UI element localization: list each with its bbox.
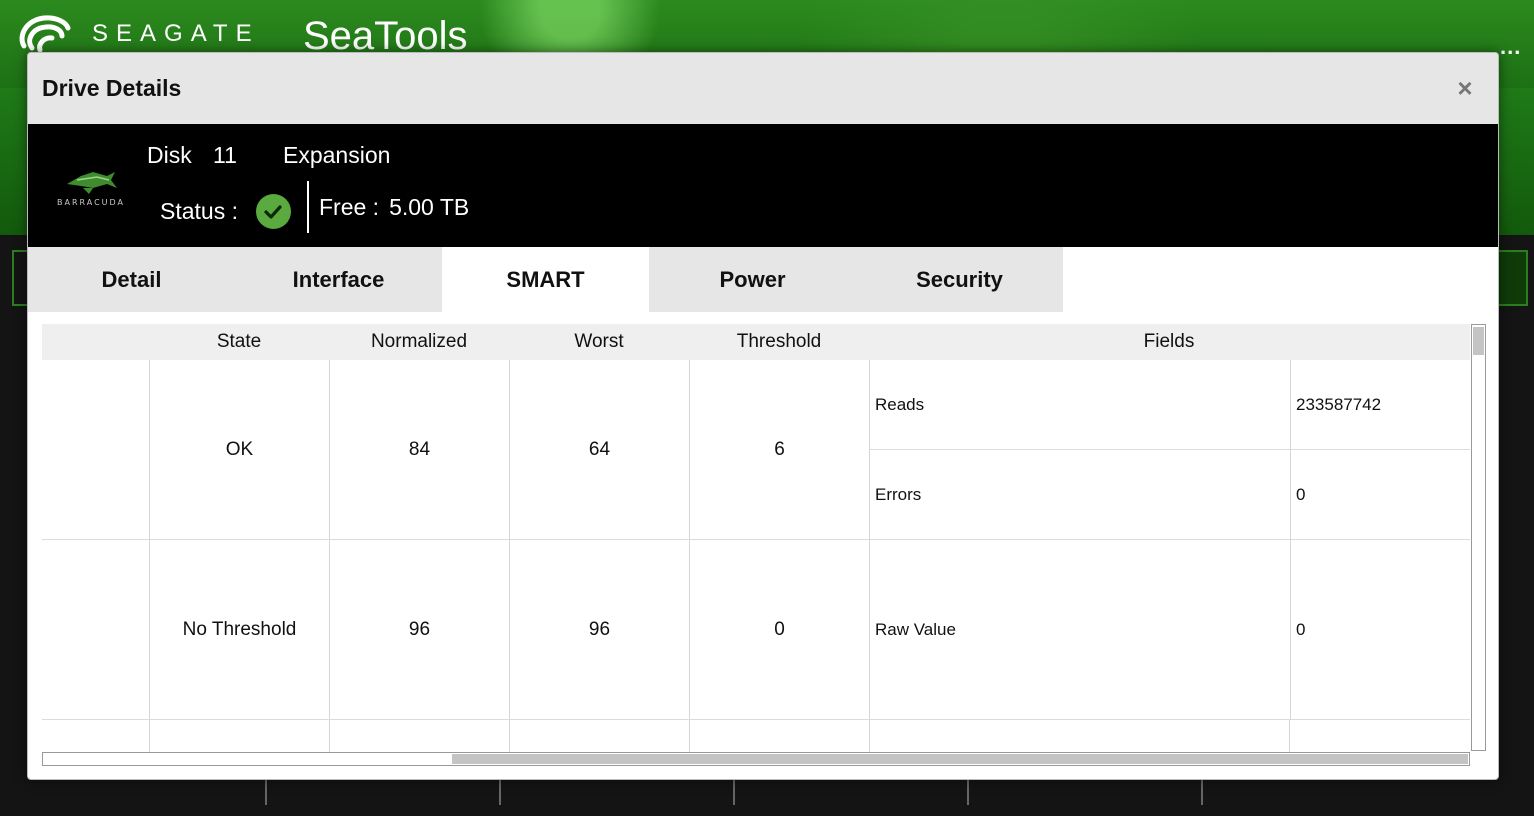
disk-number: 11 bbox=[213, 142, 237, 168]
tab-bar: Detail Interface SMART Power Security bbox=[28, 247, 1498, 312]
field-value: 233587742 bbox=[1290, 360, 1470, 450]
threshold-cell: 6 bbox=[689, 360, 869, 539]
table-body: OK 84 64 6 Reads 233587742 Errors 0 No T… bbox=[42, 360, 1470, 752]
header-worst: Worst bbox=[574, 331, 624, 352]
field-name: Errors bbox=[875, 485, 922, 504]
tab-detail[interactable]: Detail bbox=[28, 247, 235, 312]
logo-text: BARRACUDA bbox=[56, 198, 126, 207]
tab-power[interactable]: Power bbox=[649, 247, 856, 312]
smart-table: State Normalized Worst Threshold Fields … bbox=[42, 324, 1486, 769]
table-row[interactable]: OK 84 64 6 Reads 233587742 Errors 0 bbox=[42, 360, 1470, 540]
vertical-scroll-thumb[interactable] bbox=[1473, 327, 1484, 355]
dialog-title: Drive Details bbox=[42, 75, 182, 101]
field-value: 0 bbox=[1290, 540, 1470, 720]
table-row[interactable] bbox=[42, 720, 1470, 752]
state-cell: OK bbox=[149, 360, 329, 539]
tab-interface[interactable]: Interface bbox=[235, 247, 442, 312]
worst-cell: 96 bbox=[509, 540, 689, 719]
free-label: Free : bbox=[319, 194, 380, 220]
brand-name: SEAGATE bbox=[92, 20, 260, 47]
state-cell: No Threshold bbox=[149, 540, 329, 719]
normalized-cell: 84 bbox=[329, 360, 509, 539]
horizontal-scrollbar[interactable] bbox=[42, 752, 1470, 766]
vertical-scrollbar[interactable] bbox=[1471, 324, 1486, 751]
drive-summary: BARRACUDA Disk 11 Expansion Status : Fre… bbox=[28, 124, 1498, 247]
normalized-cell bbox=[329, 720, 509, 752]
dialog-title-bar: Drive Details × bbox=[28, 53, 1498, 124]
barracuda-logo: BARRACUDA bbox=[46, 166, 136, 211]
table-row[interactable]: No Threshold 96 96 0 Raw Value 0 bbox=[42, 540, 1470, 720]
fields-cell: Raw Value 0 bbox=[869, 540, 1470, 720]
normalized-cell: 96 bbox=[329, 540, 509, 719]
check-circle-icon bbox=[255, 194, 291, 229]
worst-cell bbox=[509, 720, 689, 752]
header-normalized: Normalized bbox=[370, 331, 468, 352]
field-value bbox=[1289, 720, 1470, 752]
close-icon[interactable]: × bbox=[1450, 73, 1480, 104]
table-header: State Normalized Worst Threshold Fields bbox=[42, 324, 1470, 360]
free-space: Free : 5.00 TB bbox=[319, 194, 469, 221]
field-name: Raw Value bbox=[875, 620, 956, 639]
seagate-logo-icon bbox=[19, 15, 71, 53]
worst-cell: 64 bbox=[509, 360, 689, 539]
fields-cell bbox=[869, 720, 1289, 752]
barracuda-fish-icon bbox=[67, 172, 117, 194]
disk-label: Disk bbox=[147, 142, 192, 168]
seagate-brand: SEAGATE bbox=[16, 12, 260, 56]
status-divider bbox=[307, 181, 309, 233]
header-state: State bbox=[216, 331, 262, 352]
horizontal-scroll-thumb[interactable] bbox=[452, 754, 1468, 764]
more-menu-icon[interactable]: ... bbox=[1500, 34, 1521, 60]
tab-smart[interactable]: SMART bbox=[442, 247, 649, 312]
drive-identity: Disk 11 Expansion bbox=[147, 142, 390, 169]
tab-security[interactable]: Security bbox=[856, 247, 1063, 312]
free-value: 5.00 TB bbox=[389, 194, 470, 220]
drive-details-dialog: Drive Details × BARRACUDA Disk 11 Expans… bbox=[27, 52, 1499, 780]
drive-name: Expansion bbox=[283, 142, 391, 168]
status-label: Status : bbox=[160, 198, 238, 224]
threshold-cell bbox=[689, 720, 869, 752]
header-threshold: Threshold bbox=[736, 331, 822, 352]
header-fields: Fields bbox=[1143, 331, 1195, 352]
field-value: 0 bbox=[1290, 450, 1470, 540]
bg-panel-right bbox=[1498, 250, 1528, 306]
fields-cell: Reads 233587742 Errors 0 bbox=[869, 360, 1470, 540]
drive-status: Status : bbox=[160, 194, 291, 229]
state-cell bbox=[149, 720, 329, 752]
threshold-cell: 0 bbox=[689, 540, 869, 719]
field-name: Reads bbox=[870, 360, 1290, 450]
